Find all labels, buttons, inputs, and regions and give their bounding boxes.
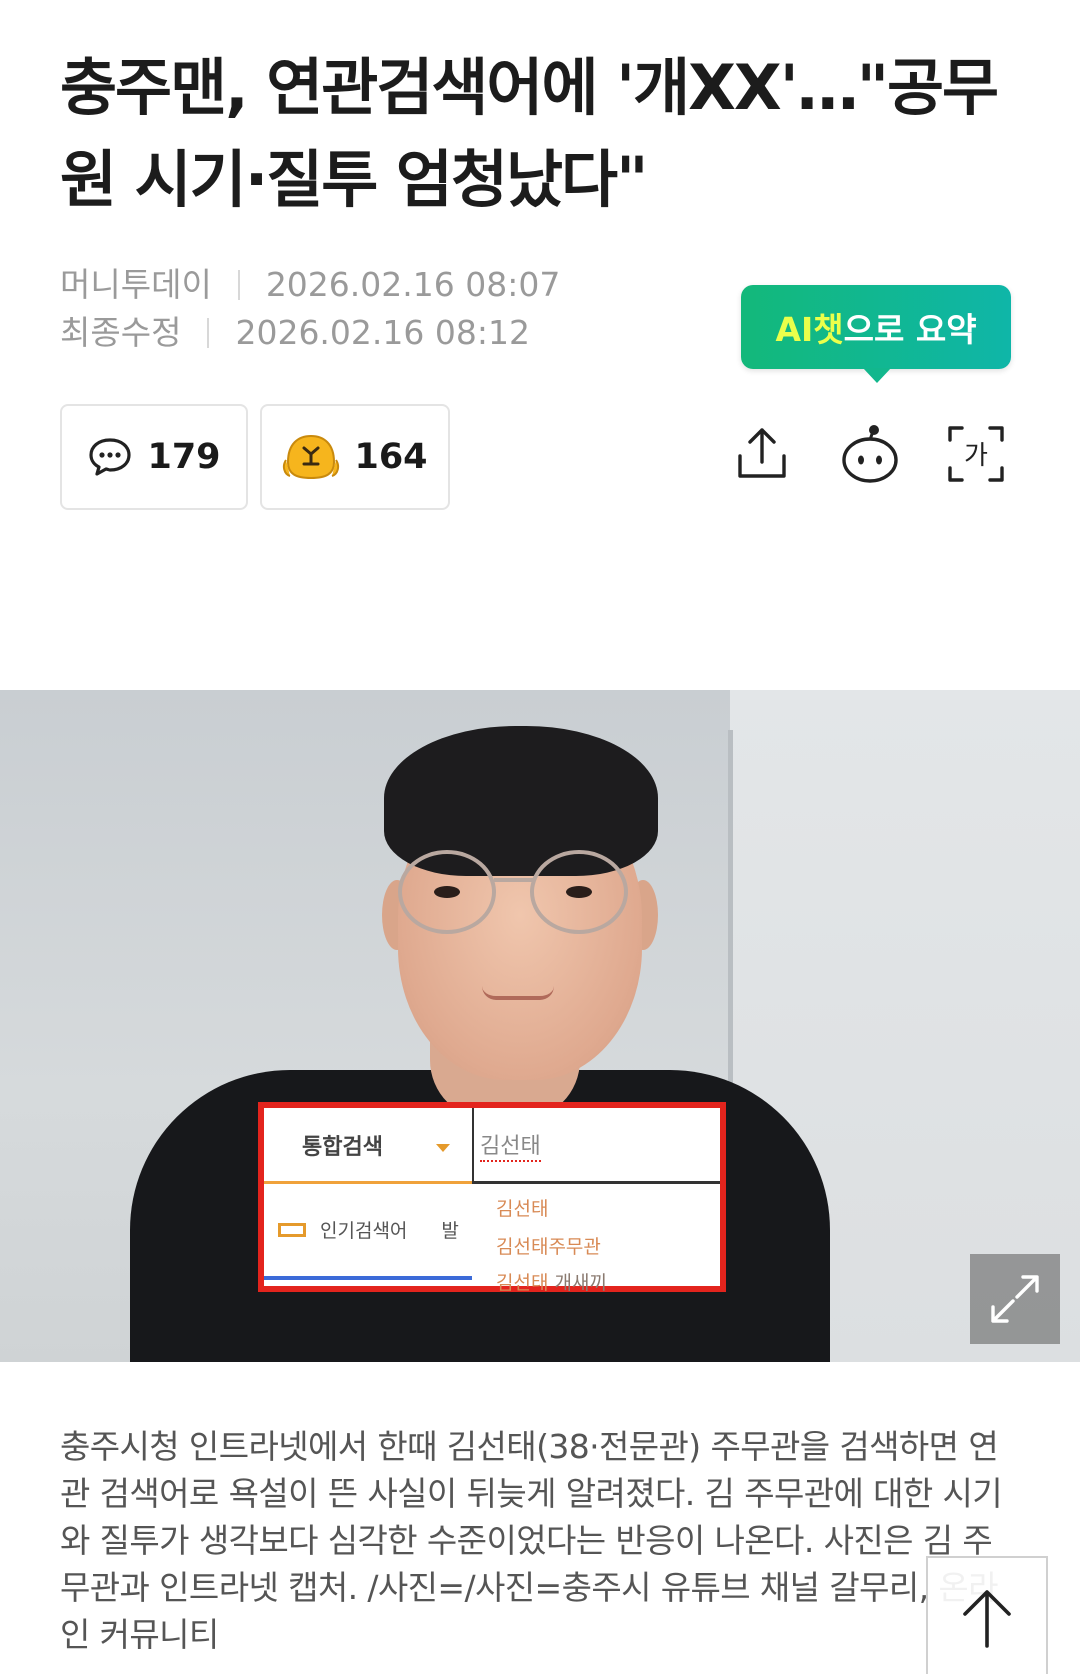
- ai-summary-highlight: AI챗: [775, 310, 844, 349]
- meta-divider: [237, 270, 240, 300]
- source-name[interactable]: 머니투데이: [60, 265, 212, 304]
- intranet-search-capture: 통합검색 김선태 인기검색어 발 김선태 김선태주무관 김선태 개새끼: [258, 1102, 726, 1295]
- published-time: 2026.02.16 08:07: [265, 265, 561, 304]
- angry-face-icon: [283, 434, 340, 480]
- related-search-main: 김선태: [496, 1198, 549, 1220]
- related-search-item: 김선태 개새끼: [496, 1268, 607, 1295]
- ai-summary-button[interactable]: AI챗 으로 요약: [741, 285, 1011, 383]
- comment-count: 179: [147, 437, 221, 477]
- photo-person-eye: [566, 886, 592, 898]
- modified-time: 2026.02.16 08:12: [235, 313, 530, 352]
- modified-label: 최종수정: [60, 313, 182, 352]
- popular-search-extra: 발: [441, 1220, 459, 1242]
- popular-search-icon: [278, 1222, 306, 1237]
- expand-photo-button[interactable]: [970, 1254, 1060, 1344]
- ai-summary-label: 으로 요약: [843, 310, 977, 349]
- arrow-up-icon: [963, 1590, 1011, 1648]
- related-search-main: 김선태: [496, 1272, 549, 1294]
- scroll-to-top-button[interactable]: [926, 1556, 1048, 1674]
- expand-arrows-icon: [991, 1275, 1039, 1323]
- photo-person-eye: [434, 886, 460, 898]
- related-search-item: 김선태주무관: [496, 1232, 601, 1259]
- article-photo[interactable]: 통합검색 김선태 인기검색어 발 김선태 김선태주무관 김선태 개새끼: [0, 690, 1080, 1362]
- popular-search-underline: [264, 1276, 472, 1280]
- search-query-field: 김선태: [472, 1108, 720, 1184]
- article-headline: 충주맨, 연관검색어에 '개XX'…"공무원 시기·질투 엄청났다": [60, 51, 999, 216]
- share-icon[interactable]: [730, 422, 794, 486]
- font-size-glyph: 가: [964, 441, 988, 471]
- speech-bubble-icon: [89, 438, 132, 476]
- font-size-icon[interactable]: 가: [944, 422, 1008, 486]
- publish-info: 머니투데이 2026.02.16 08:07: [60, 258, 560, 306]
- comment-button[interactable]: 179: [60, 404, 248, 510]
- category-dropdown-icon: [436, 1144, 450, 1152]
- search-query-text: 김선태: [480, 1128, 541, 1162]
- photo-caption: 충주시청 인트라넷에서 한때 김선태(38·전문관) 주무관을 검색하면 연관 …: [60, 1427, 1003, 1654]
- related-search-main: 김선태주무관: [496, 1236, 601, 1258]
- photo-glasses-bridge: [494, 878, 534, 882]
- reaction-count: 164: [354, 437, 428, 477]
- popular-search-row: 인기검색어 발: [278, 1216, 459, 1243]
- popular-search-label: 인기검색어: [320, 1220, 408, 1242]
- font-size-frame: 가: [948, 426, 1004, 482]
- reaction-button[interactable]: 164: [260, 404, 450, 510]
- related-search-extra: 개새끼: [554, 1272, 607, 1294]
- related-search-item: 김선태: [496, 1194, 548, 1221]
- meta-divider: [207, 318, 210, 348]
- modified-info: 최종수정 2026.02.16 08:12: [60, 306, 530, 354]
- photo-person-mouth: [482, 986, 554, 1000]
- chatbot-icon[interactable]: [838, 422, 902, 486]
